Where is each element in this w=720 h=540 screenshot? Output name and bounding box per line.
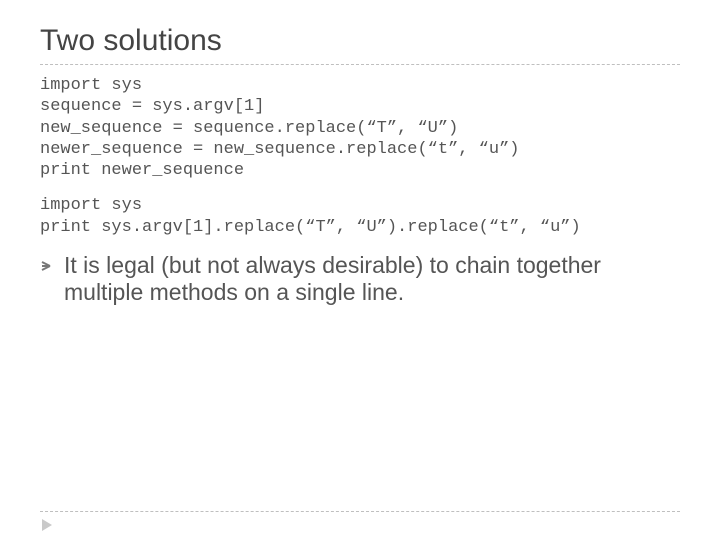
footer-divider xyxy=(40,511,680,512)
slide-title: Two solutions xyxy=(40,24,680,58)
code-block-1: import sys sequence = sys.argv[1] new_se… xyxy=(40,75,680,181)
bullet-marker-icon xyxy=(40,260,54,274)
bullet-item: It is legal (but not always desirable) t… xyxy=(40,252,680,306)
bullet-text: It is legal (but not always desirable) t… xyxy=(64,252,680,306)
code-block-2: import sys print sys.argv[1].replace(“T”… xyxy=(40,195,680,238)
title-divider xyxy=(40,64,680,65)
footer-arrow-icon xyxy=(42,518,56,530)
slide: Two solutions import sys sequence = sys.… xyxy=(0,0,720,540)
